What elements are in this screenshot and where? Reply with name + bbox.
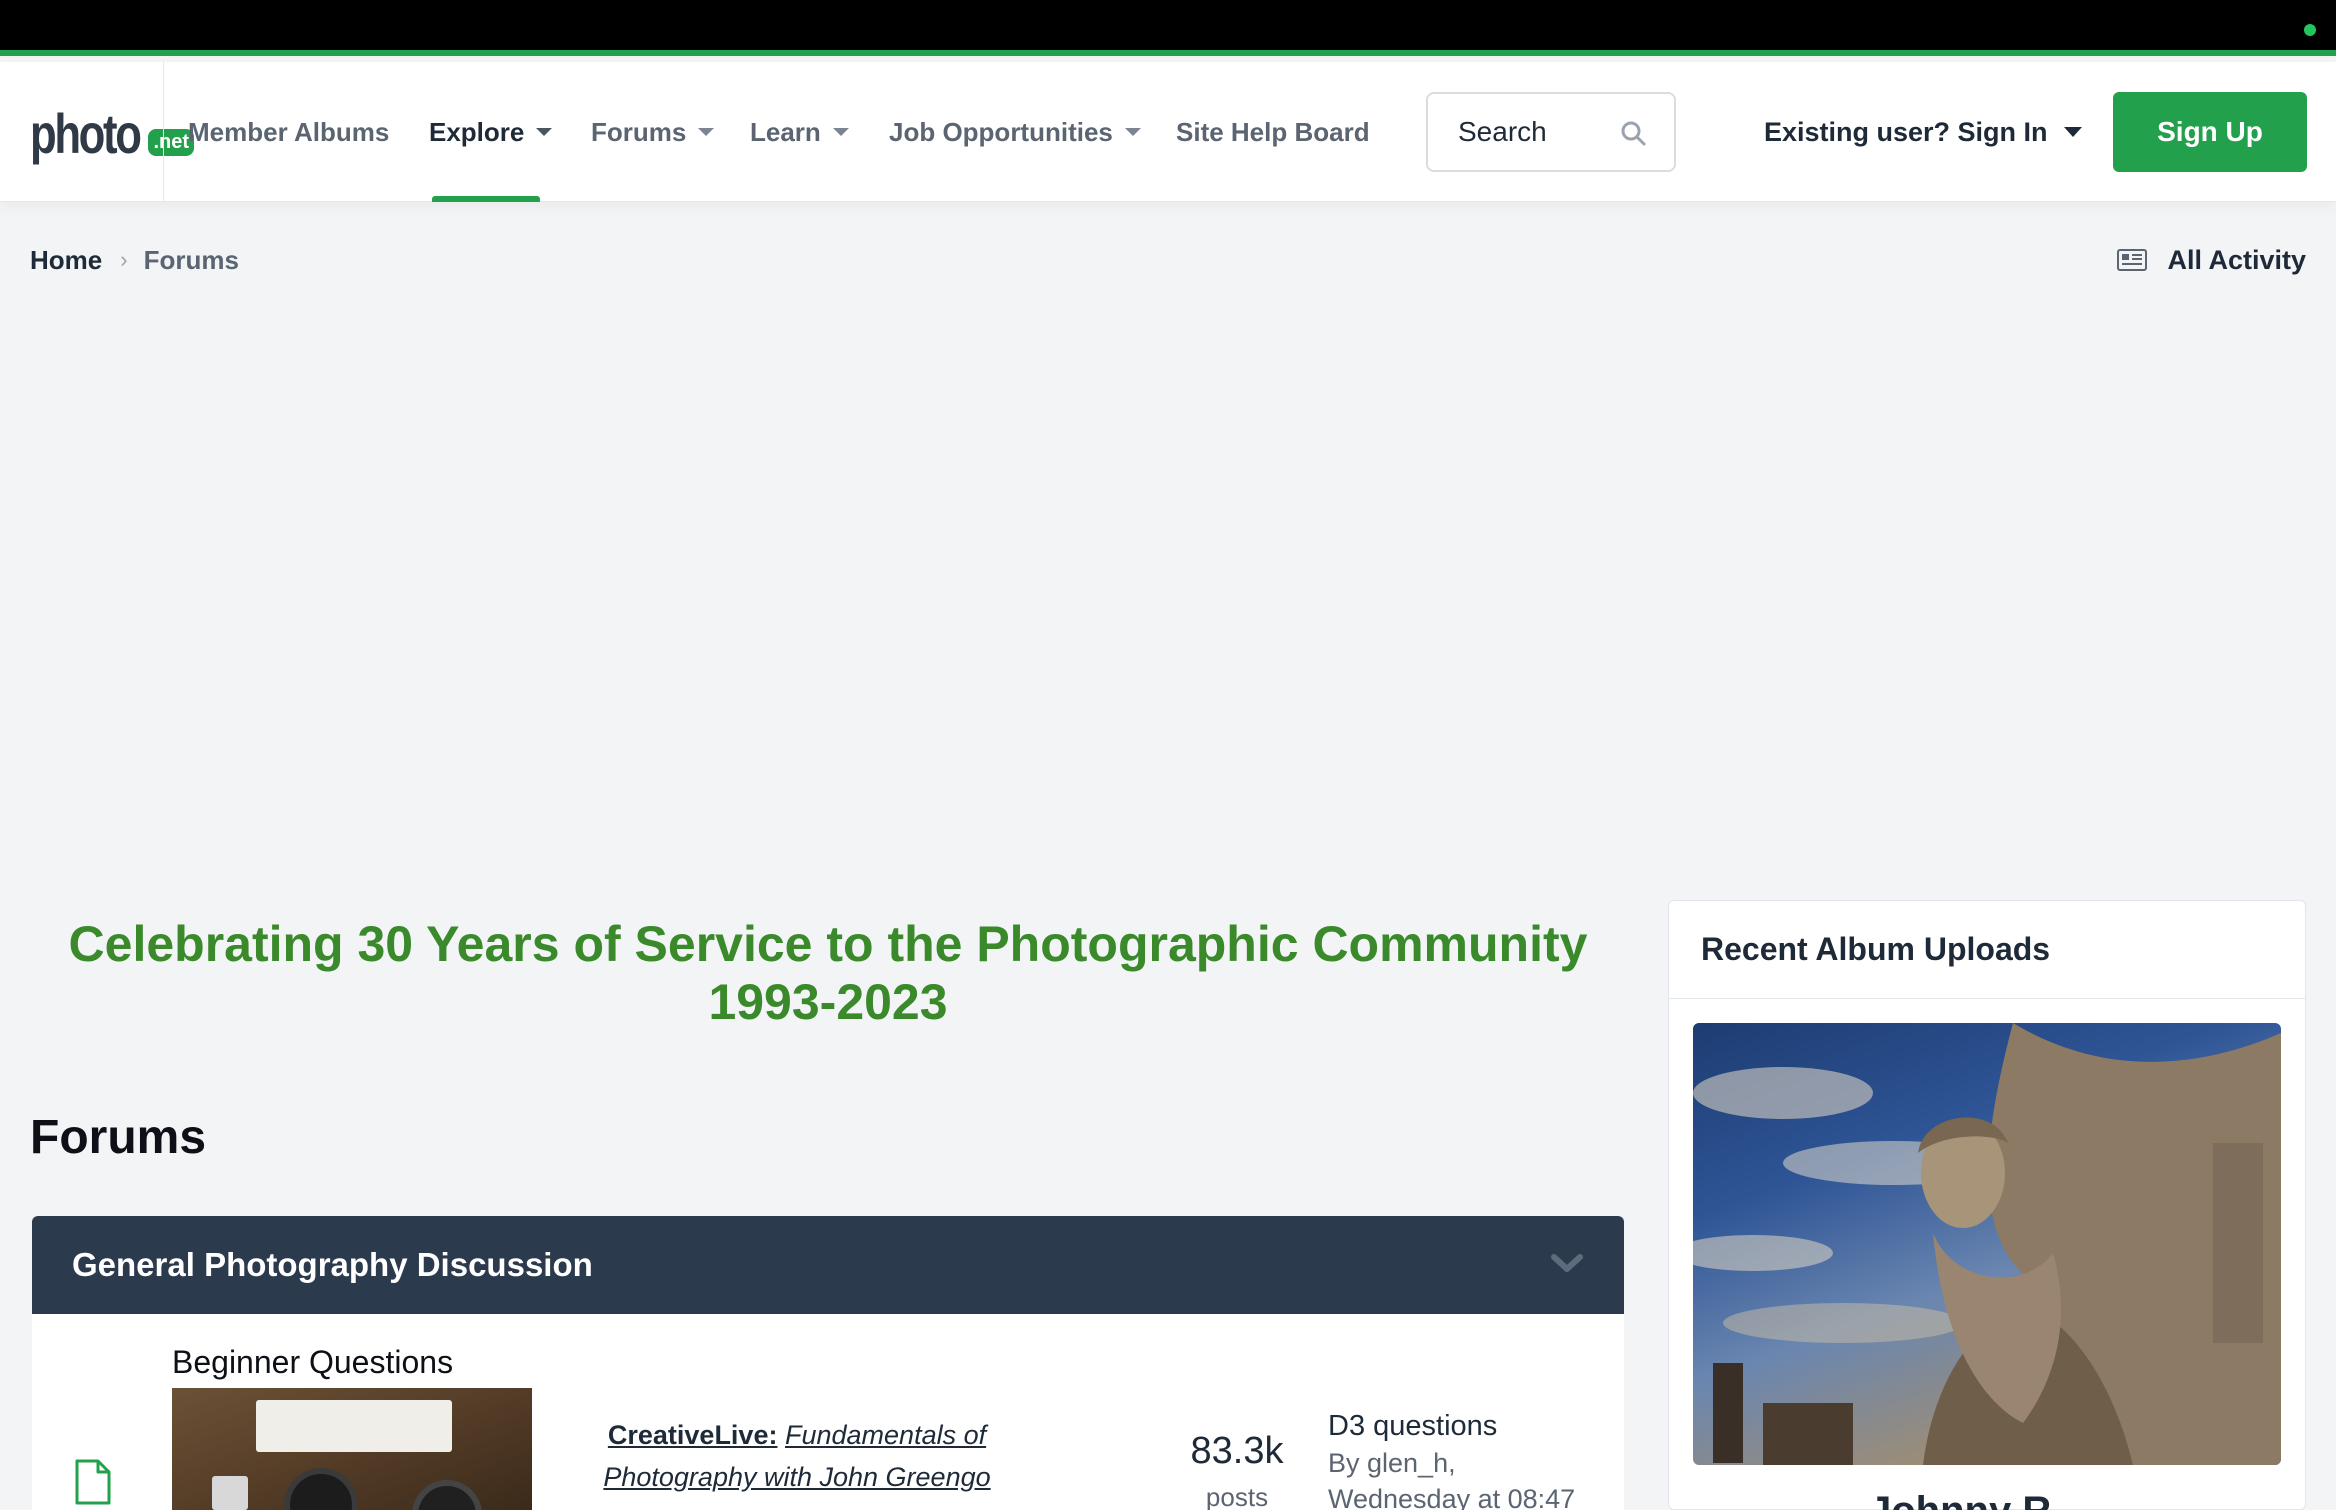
- thumbnail-card-shape: [256, 1400, 452, 1452]
- top-black-bar: [0, 0, 2336, 56]
- site-logo[interactable]: photo .net: [30, 102, 195, 165]
- caret-down-icon: [536, 128, 553, 136]
- nav-site-help-board-label: Site Help Board: [1176, 116, 1370, 147]
- sign-in-link[interactable]: Existing user? Sign In: [1764, 62, 2082, 202]
- logo-divider: [163, 62, 164, 202]
- thumbnail-camera-shape: [284, 1468, 358, 1510]
- thumbnail-lens-shape: [412, 1480, 482, 1510]
- last-post-date: Wednesday at 08:47: [1328, 1484, 1576, 1510]
- nav-forums-label: Forums: [591, 116, 687, 147]
- album-photo[interactable]: [1693, 1023, 2281, 1465]
- caret-down-icon: [1124, 128, 1141, 136]
- page-title: Forums: [30, 1111, 207, 1164]
- main-navbar: photo .net Member Albums Explore Forums …: [0, 62, 2336, 202]
- document-icon: [75, 1459, 111, 1505]
- category-title: General Photography Discussion: [72, 1246, 593, 1283]
- album-caption[interactable]: Johnny R: [1869, 1491, 2169, 1510]
- nav-forums[interactable]: Forums: [591, 62, 715, 202]
- category-header[interactable]: General Photography Discussion: [32, 1216, 1624, 1314]
- thumbnail-flash-shape: [212, 1476, 248, 1510]
- nav-explore[interactable]: Explore: [429, 62, 553, 202]
- nav-site-help-board[interactable]: Site Help Board: [1176, 62, 1370, 202]
- chevron-down-icon[interactable]: [1550, 1252, 1584, 1274]
- forum-thumbnail-image[interactable]: [172, 1388, 532, 1510]
- sign-up-button[interactable]: Sign Up: [2113, 92, 2307, 172]
- promo-brand: CreativeLive:: [607, 1420, 778, 1450]
- nav-learn[interactable]: Learn: [750, 62, 849, 202]
- active-nav-indicator: [432, 196, 540, 202]
- all-activity-link[interactable]: All Activity: [2117, 240, 2306, 280]
- widget-title: Recent Album Uploads: [1669, 901, 2305, 999]
- nav-member-albums[interactable]: Member Albums: [188, 62, 389, 202]
- statue-illustration: [1693, 1023, 2281, 1465]
- posts-count: 83.3k: [1190, 1430, 1284, 1472]
- nav-explore-label: Explore: [429, 116, 525, 147]
- recent-album-uploads-widget: Recent Album Uploads Johnny R: [1668, 900, 2306, 1510]
- nav-job-opportunities[interactable]: Job Opportunities: [889, 62, 1141, 202]
- logo-word: photo: [30, 102, 142, 165]
- last-post-title[interactable]: D3 questions: [1328, 1410, 1497, 1443]
- forum-row: Beginner Questions CreativeLive: Fundame…: [32, 1314, 1624, 1510]
- search-input[interactable]: Search: [1426, 92, 1676, 172]
- anniversary-banner-line1: Celebrating 30 Years of Service to the P…: [68, 916, 1588, 972]
- feed-icon: [2117, 249, 2148, 271]
- caret-down-icon: [2063, 127, 2082, 137]
- search-label: Search: [1458, 116, 1547, 147]
- all-activity-label: All Activity: [2167, 244, 2306, 275]
- search-icon[interactable]: [1620, 120, 1646, 146]
- anniversary-banner-line2: 1993-2023: [708, 974, 948, 1030]
- posts-label: posts: [1205, 1482, 1269, 1510]
- last-post-author: By glen_h,: [1328, 1448, 1456, 1478]
- sign-in-label: Existing user? Sign In: [1764, 116, 2048, 147]
- nav-member-albums-label: Member Albums: [188, 116, 390, 147]
- nav-job-opportunities-label: Job Opportunities: [889, 116, 1113, 147]
- breadcrumb-separator-icon: ›: [120, 247, 128, 272]
- caret-down-icon: [698, 128, 715, 136]
- nav-learn-label: Learn: [750, 116, 821, 147]
- anniversary-banner: Celebrating 30 Years of Service to the P…: [30, 915, 1626, 1031]
- forum-name-link[interactable]: Beginner Questions: [172, 1344, 453, 1381]
- status-dot: [2304, 24, 2316, 36]
- breadcrumb-home[interactable]: Home: [30, 245, 102, 276]
- album-caption-text: Johnny R: [1869, 1491, 2169, 1510]
- caret-down-icon: [832, 128, 849, 136]
- promo-link[interactable]: CreativeLive: Fundamentals of Photograph…: [577, 1414, 1017, 1498]
- breadcrumb: Home › Forums: [30, 240, 239, 280]
- breadcrumb-forums[interactable]: Forums: [144, 245, 239, 276]
